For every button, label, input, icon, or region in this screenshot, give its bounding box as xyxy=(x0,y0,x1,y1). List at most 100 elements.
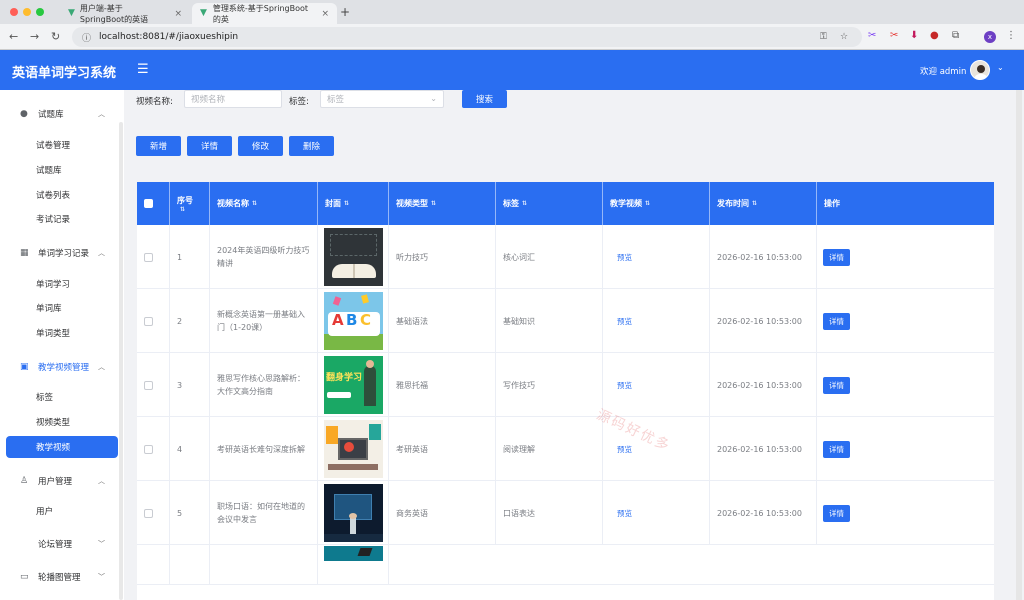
extension-scissors-icon[interactable]: ✂ xyxy=(868,30,876,41)
row-checkbox[interactable] xyxy=(144,316,153,326)
tag-select[interactable]: 标签 ⌄ xyxy=(320,90,444,108)
video-tag: 核心词汇 xyxy=(503,252,535,262)
avatar[interactable] xyxy=(970,60,990,80)
table-row[interactable]: 2 新概念英语第一册基础入门（1-20课） A B C 基础语法 基础知识 预览 2026-02… xyxy=(137,289,994,353)
tag-cell: 基础知识 xyxy=(496,289,603,353)
row-detail-button[interactable]: 详情 xyxy=(823,505,850,522)
menu-toggle-icon[interactable]: ☰ xyxy=(137,62,149,77)
sort-icon[interactable]: ⇅ xyxy=(431,200,436,207)
site-info-icon[interactable]: ⓘ xyxy=(82,31,91,44)
preview-link[interactable]: 预览 xyxy=(617,315,632,328)
select-all-checkbox[interactable] xyxy=(144,199,153,208)
extensions-puzzle-icon[interactable]: ⧉ xyxy=(952,30,959,41)
name-cell: 考研英语长难句深度拆解 xyxy=(210,417,318,481)
detail-button[interactable]: 详情 xyxy=(187,136,232,156)
item-label: 标签 xyxy=(36,393,54,403)
sidebar-item-tags[interactable]: 标签 xyxy=(0,386,118,408)
placeholder: 标签 xyxy=(327,95,345,105)
sort-icon[interactable]: ⇅ xyxy=(252,200,257,207)
sidebar-group-question-bank[interactable]: ● 试题库 ︿ xyxy=(0,102,118,126)
sidebar-item-word-library[interactable]: 单词库 xyxy=(0,297,118,319)
sort-icon[interactable]: ⇅ xyxy=(752,200,757,207)
more-menu-icon[interactable]: ⋮ xyxy=(1006,30,1016,41)
video-tag: 基础知识 xyxy=(503,316,535,326)
column-header-cover[interactable]: 封面 ⇅ xyxy=(318,182,389,225)
forward-icon[interactable]: → xyxy=(30,30,39,43)
sidebar-item-exam-records[interactable]: 考试记录 xyxy=(0,208,118,230)
name-cell: 2024年英语四级听力技巧精讲 xyxy=(210,225,318,289)
browser-tab-user[interactable]: ▼ 用户端-基于SpringBoot的英语 × xyxy=(60,3,190,24)
sidebar-item-word-type[interactable]: 单词类型 xyxy=(0,322,118,344)
sidebar-item-word-study[interactable]: 单词学习 xyxy=(0,273,118,295)
extension-cut-icon[interactable]: ✂ xyxy=(890,30,898,41)
preview-link[interactable]: 预览 xyxy=(617,443,632,456)
reload-icon[interactable]: ↻ xyxy=(51,30,60,43)
sort-icon[interactable]: ⇅ xyxy=(645,200,650,207)
close-tab-icon[interactable]: × xyxy=(321,9,329,19)
extension-record-icon[interactable]: ● xyxy=(930,30,939,41)
minimize-window-button[interactable] xyxy=(23,8,31,16)
row-detail-button[interactable]: 详情 xyxy=(823,249,850,266)
maximize-window-button[interactable] xyxy=(36,8,44,16)
row-detail-button[interactable]: 详情 xyxy=(823,377,850,394)
column-header-name[interactable]: 视频名称 ⇅ xyxy=(210,182,318,225)
close-window-button[interactable] xyxy=(10,8,18,16)
column-label: 视频名称 xyxy=(217,199,249,208)
row-checkbox[interactable] xyxy=(144,380,153,390)
sidebar-group-video-management[interactable]: ▣ 教学视频管理 ︿ xyxy=(0,355,118,379)
sidebar-item-teaching-video[interactable]: 教学视频 xyxy=(6,436,118,458)
sidebar-group-word-records[interactable]: ▦ 单词学习记录 ︿ xyxy=(0,241,118,265)
sidebar-item-question-bank[interactable]: 试题库 xyxy=(0,159,118,181)
bookmark-star-icon[interactable]: ☆ xyxy=(840,32,848,42)
table-row[interactable]: 1 2024年英语四级听力技巧精讲 听力技巧 核心词汇 预览 2026-02-16 10:… xyxy=(137,225,994,289)
sort-icon[interactable]: ⇅ xyxy=(180,206,185,213)
sort-icon[interactable]: ⇅ xyxy=(344,200,349,207)
column-header-type[interactable]: 视频类型 ⇅ xyxy=(389,182,496,225)
row-checkbox[interactable] xyxy=(144,252,153,262)
row-detail-button[interactable]: 详情 xyxy=(823,441,850,458)
search-button[interactable]: 搜索 xyxy=(462,90,507,108)
sidebar-item-paper-list[interactable]: 试卷列表 xyxy=(0,184,118,206)
sidebar-group-forum[interactable]: 论坛管理 ﹀ xyxy=(0,532,118,556)
video-name-input[interactable]: 视频名称 xyxy=(184,90,282,108)
browser-tab-admin[interactable]: ▼ 管理系统-基于SpringBoot的英 × xyxy=(192,3,337,24)
back-icon[interactable]: ← xyxy=(9,30,18,43)
action-cell: 详情 xyxy=(817,417,994,481)
profile-icon[interactable]: x xyxy=(984,31,996,43)
password-key-icon[interactable]: ⚿ xyxy=(820,32,827,42)
table-row[interactable]: 4 考研英语长难句深度拆解 考研英语 阅读理解 预览 2026-02-16 10:53:0… xyxy=(137,417,994,481)
add-button[interactable]: 新增 xyxy=(136,136,181,156)
new-tab-button[interactable]: + xyxy=(340,5,350,19)
chevron-down-icon[interactable]: ⌄ xyxy=(997,63,1004,72)
table-row[interactable]: 5 职场口语：如何在地道的会议中发言 商务英语 口语表达 预览 2026-02-16 10… xyxy=(137,481,994,545)
column-header-index[interactable]: 序号 ⇅ xyxy=(170,182,210,225)
row-detail-button[interactable]: 详情 xyxy=(823,313,850,330)
extension-download-icon[interactable]: ⬇ xyxy=(910,30,918,41)
sidebar-scrollbar[interactable] xyxy=(119,122,123,600)
row-checkbox[interactable] xyxy=(144,508,153,518)
column-header-time[interactable]: 发布时间 ⇅ xyxy=(710,182,817,225)
table-row[interactable]: 3 雅思写作核心思路解析：大作文高分指南 翻身学习 雅思托福 写作技巧 预览 2026-02… xyxy=(137,353,994,417)
edit-button[interactable]: 修改 xyxy=(238,136,283,156)
url-field[interactable]: ⓘ localhost:8081/#/jiaoxueshipin ⚿ ☆ xyxy=(72,27,862,47)
row-checkbox[interactable] xyxy=(144,444,153,454)
sidebar-group-carousel[interactable]: ▭ 轮播图管理 ﹀ xyxy=(0,565,118,589)
page-scrollbar[interactable] xyxy=(1016,90,1022,600)
preview-link[interactable]: 预览 xyxy=(617,379,632,392)
column-header-video[interactable]: 教学视频 ⇅ xyxy=(603,182,710,225)
sidebar-item-users[interactable]: 用户 xyxy=(0,500,118,522)
video-type: 雅思托福 xyxy=(396,380,428,390)
table-row-partial xyxy=(137,545,994,585)
preview-link[interactable]: 预览 xyxy=(617,507,632,520)
column-header-tag[interactable]: 标签 ⇅ xyxy=(496,182,603,225)
group-label: 轮播图管理 xyxy=(38,573,81,583)
group-label: 单词学习记录 xyxy=(38,249,90,259)
delete-button[interactable]: 删除 xyxy=(289,136,334,156)
sidebar-item-video-type[interactable]: 视频类型 xyxy=(0,411,118,433)
sidebar-item-paper-management[interactable]: 试卷管理 xyxy=(0,134,118,156)
close-tab-icon[interactable]: × xyxy=(174,9,182,19)
preview-link[interactable]: 预览 xyxy=(617,251,632,264)
sort-icon[interactable]: ⇅ xyxy=(522,200,527,207)
sidebar-group-user-management[interactable]: ♙ 用户管理 ︿ xyxy=(0,469,118,493)
video-table: 序号 ⇅ 视频名称 ⇅ 封面 ⇅ 视频类型 ⇅ 标签 ⇅ 教学视频 ⇅ 发布时间 ⇅ 操作 1… xyxy=(137,182,994,600)
